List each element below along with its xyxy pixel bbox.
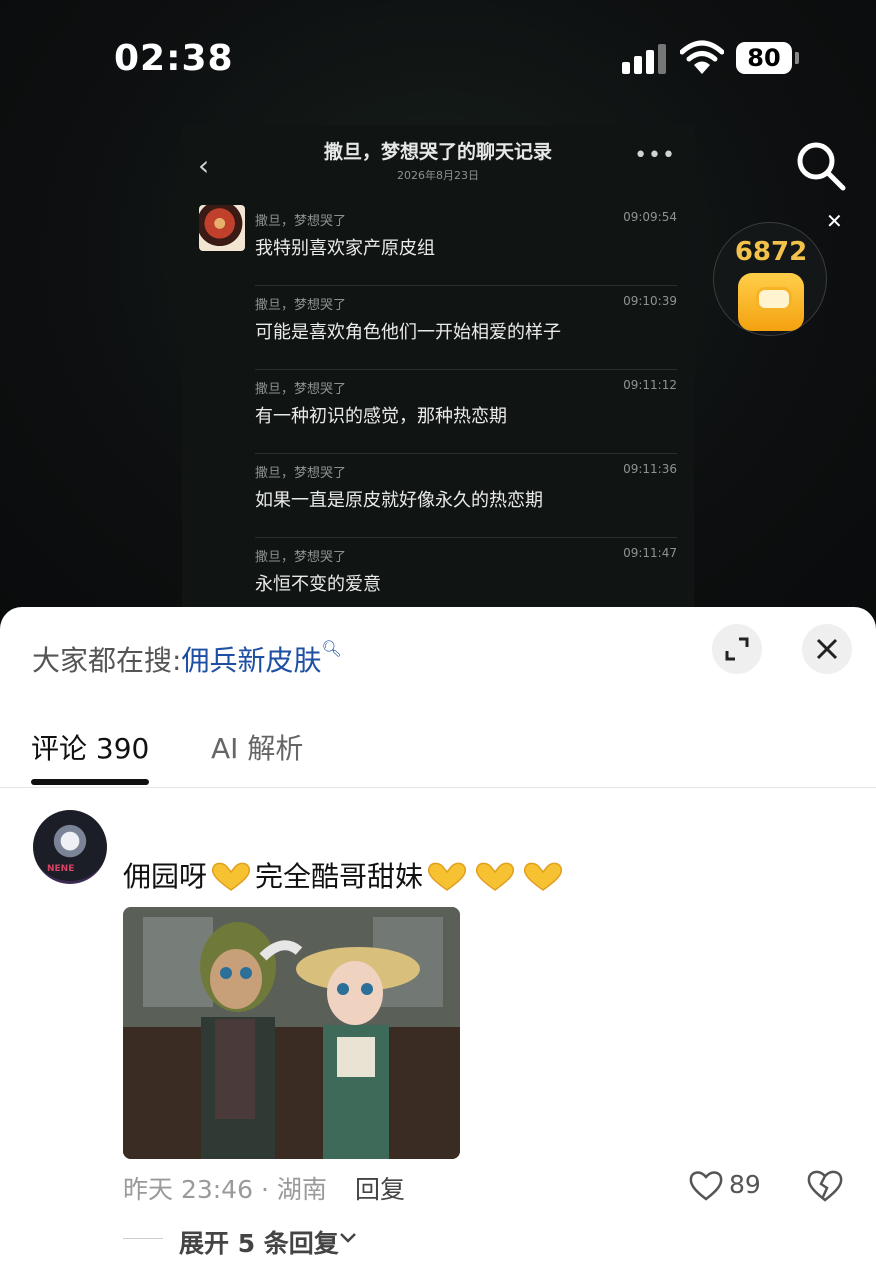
- close-sheet-button[interactable]: [802, 624, 852, 674]
- tab-comments[interactable]: 评论 390: [31, 727, 149, 767]
- hot-search-keyword[interactable]: 佣兵新皮肤: [181, 644, 321, 677]
- broken-heart-icon[interactable]: [806, 1167, 844, 1203]
- active-tab-indicator: [31, 779, 149, 785]
- message-time: 09:09:54: [623, 210, 677, 224]
- chat-message: 撒旦，梦想哭了 09:11:12 有一种初识的感觉，那种热恋期: [255, 370, 677, 454]
- chat-date: 2026年8月23日: [397, 169, 479, 182]
- status-time: 02:38: [114, 38, 234, 79]
- message-sender: 撒旦，梦想哭了: [255, 382, 347, 397]
- divider: [0, 787, 876, 788]
- expand-replies-button[interactable]: 展开 5 条回复: [179, 1224, 339, 1260]
- search-icon[interactable]: [795, 140, 847, 192]
- chat-message: 撒旦，梦想哭了 09:10:39 可能是喜欢角色他们一开始相爱的样子: [255, 286, 677, 370]
- comment-text: 佣园呀 完全酷哥甜妹: [123, 855, 567, 895]
- comment-text-part: 完全酷哥甜妹: [255, 860, 424, 893]
- chat-title: 撒旦，梦想哭了的聊天记录: [323, 141, 552, 163]
- message-sender: 撒旦，梦想哭了: [255, 298, 347, 313]
- message-sender: 撒旦，梦想哭了: [255, 214, 347, 229]
- comment-image[interactable]: [123, 907, 460, 1159]
- wifi-icon: [680, 40, 724, 74]
- message-text: 有一种初识的感觉，那种热恋期: [255, 406, 507, 427]
- more-icon: •••: [634, 143, 676, 168]
- message-time: 09:10:39: [623, 294, 677, 308]
- expand-button[interactable]: [712, 624, 762, 674]
- comment-time-location: 昨天 23:46 · 湖南: [123, 1175, 327, 1204]
- chat-message: 撒旦，梦想哭了 09:09:54 我特别喜欢家产原皮组: [255, 202, 677, 286]
- hot-search[interactable]: 大家都在搜:佣兵新皮肤🔍︎: [32, 639, 342, 679]
- chat-message: 撒旦，梦想哭了 09:11:36 如果一直是原皮就好像永久的热恋期: [255, 454, 677, 538]
- message-time: 09:11:36: [623, 462, 677, 476]
- message-text: 永恒不变的爱意: [255, 574, 381, 595]
- game-characters-illustration: [123, 907, 460, 1159]
- message-sender: 撒旦，梦想哭了: [255, 466, 347, 481]
- message-time: 09:11:12: [623, 378, 677, 392]
- close-icon[interactable]: ✕: [826, 209, 843, 233]
- chat-avatar: [199, 205, 245, 251]
- message-text: 我特别喜欢家产原皮组: [255, 238, 435, 259]
- hot-search-label: 大家都在搜:: [32, 644, 182, 677]
- divider: [123, 1238, 163, 1239]
- avatar[interactable]: NENE: [33, 810, 107, 884]
- message-time: 09:11:47: [623, 546, 677, 560]
- battery-indicator: 80: [736, 42, 799, 74]
- heart-hands-emoji-icon: [523, 862, 563, 891]
- message-text: 可能是喜欢角色他们一开始相爱的样子: [255, 322, 561, 343]
- chat-record-card: ‹ 撒旦，梦想哭了的聊天记录 2026年8月23日 ••• 撒旦，梦想哭了 09…: [182, 125, 694, 615]
- expand-icon: [725, 637, 749, 661]
- heart-icon[interactable]: [688, 1168, 724, 1202]
- comment-text-part: 佣园呀: [123, 860, 208, 893]
- coin-reward-widget[interactable]: 6872: [713, 222, 827, 336]
- coin-count: 6872: [734, 237, 808, 267]
- like-count: 89: [729, 1170, 761, 1199]
- comments-sheet: 大家都在搜:佣兵新皮肤🔍︎ 评论 390 AI 解析 NENE 佣园呀 完全酷哥甜…: [0, 607, 876, 1280]
- chevron-down-icon: [340, 1233, 356, 1243]
- reply-button[interactable]: 回复: [355, 1170, 405, 1206]
- tab-ai-analysis[interactable]: AI 解析: [211, 727, 303, 767]
- status-bar: 02:38 80: [0, 0, 876, 110]
- signal-icon: [622, 44, 668, 74]
- search-icon: 🔍︎: [321, 639, 342, 658]
- message-text: 如果一直是原皮就好像永久的热恋期: [255, 490, 543, 511]
- message-sender: 撒旦，梦想哭了: [255, 550, 347, 565]
- coin-bag-icon: [738, 273, 804, 331]
- heart-hands-emoji-icon: [427, 862, 467, 891]
- close-icon: [816, 638, 838, 660]
- heart-hands-emoji-icon: [475, 862, 515, 891]
- heart-hands-emoji-icon: [211, 862, 251, 891]
